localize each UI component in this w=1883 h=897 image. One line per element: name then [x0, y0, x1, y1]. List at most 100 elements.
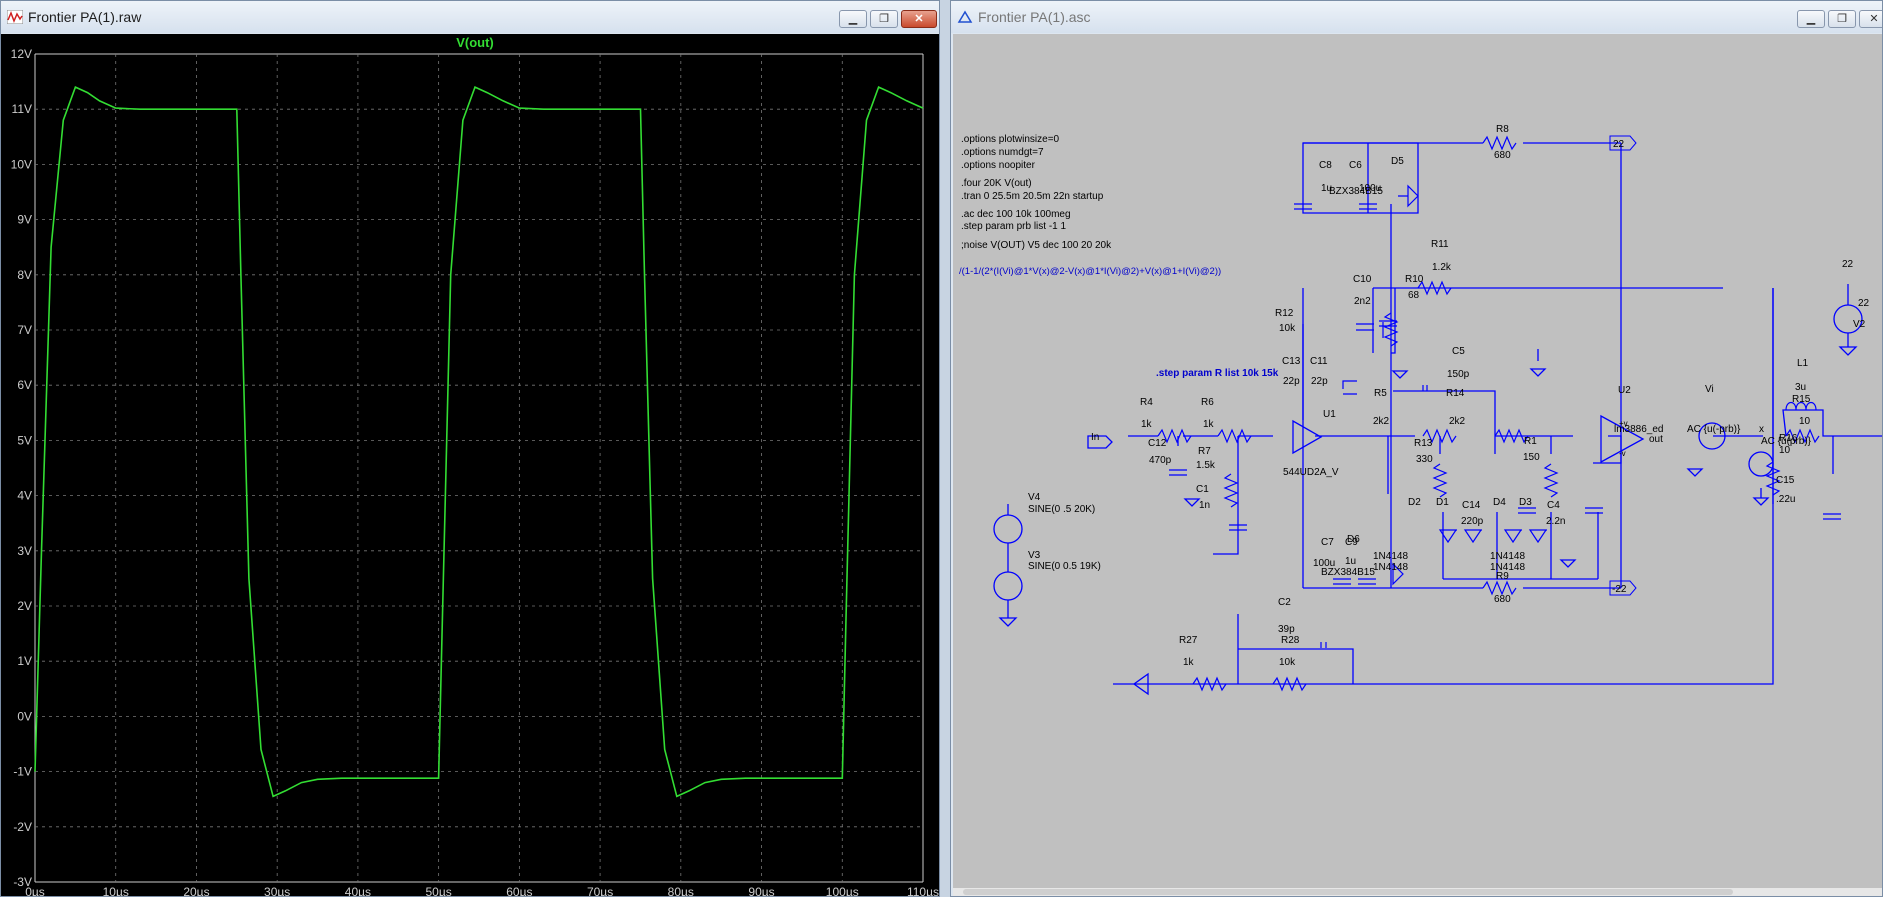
- c1-value[interactable]: 1n: [1199, 500, 1210, 511]
- schematic-canvas[interactable]: .options plotwinsize=0 .options numdgt=7…: [953, 34, 1882, 896]
- d6-diode-value-2[interactable]: 1N4148: [1373, 562, 1408, 573]
- r28-value[interactable]: 10k: [1279, 657, 1296, 668]
- r12-ref[interactable]: R12: [1275, 308, 1294, 319]
- vi-ref[interactable]: Vi: [1705, 384, 1714, 395]
- r5-ref[interactable]: R5: [1374, 388, 1387, 399]
- horizontal-scrollbar[interactable]: [953, 888, 1882, 896]
- r11-ref[interactable]: R11: [1431, 239, 1449, 250]
- c14-ref[interactable]: C14: [1462, 500, 1481, 511]
- d4-ref[interactable]: D4: [1493, 497, 1506, 508]
- scrollbar-thumb[interactable]: [963, 889, 1733, 895]
- directive-numdgt[interactable]: .options numdgt=7: [961, 147, 1044, 158]
- net-label-x[interactable]: x: [1759, 424, 1764, 435]
- c5-value[interactable]: 150p: [1447, 369, 1470, 380]
- directive-ac[interactable]: .ac dec 100 10k 100meg: [961, 209, 1071, 220]
- r8-value[interactable]: 680: [1494, 150, 1511, 161]
- d1-ref[interactable]: D1: [1436, 497, 1449, 508]
- v2-value[interactable]: 22: [1858, 298, 1870, 309]
- close-button[interactable]: ✕: [901, 10, 937, 28]
- ac-source-value[interactable]: AC {u(prb)}: [1761, 436, 1812, 447]
- r4-value[interactable]: 1k: [1141, 419, 1153, 430]
- directive-step-r[interactable]: .step param R list 10k 15k: [1156, 368, 1279, 379]
- plot-titlebar[interactable]: Frontier PA(1).raw ▁ ❐ ✕: [1, 1, 939, 33]
- r9-value[interactable]: 680: [1494, 594, 1511, 605]
- r1-ref[interactable]: R1: [1524, 436, 1537, 447]
- waveform-chart[interactable]: 12V11V10V9V8V7V6V5V4V3V2V1V0V-1V-2V-3V 0…: [1, 34, 939, 897]
- c2-ref[interactable]: C2: [1278, 597, 1291, 608]
- u2-ref[interactable]: U2: [1618, 385, 1631, 396]
- c5-ref[interactable]: C5: [1452, 346, 1465, 357]
- c8-ref[interactable]: C8: [1319, 160, 1332, 171]
- r4-ref[interactable]: R4: [1140, 397, 1153, 408]
- c9-value[interactable]: 1u: [1345, 556, 1356, 567]
- vi-value[interactable]: AC {u(-prb)}: [1687, 424, 1741, 435]
- maximize-button[interactable]: ❐: [870, 10, 898, 28]
- c1-ref[interactable]: C1: [1196, 484, 1209, 495]
- r10-value[interactable]: 68: [1408, 290, 1420, 301]
- r27-value[interactable]: 1k: [1183, 657, 1195, 668]
- d6-ref[interactable]: D6: [1347, 534, 1360, 545]
- u1-value[interactable]: 544UD2A_V: [1283, 467, 1339, 478]
- v3-ref[interactable]: V3: [1028, 550, 1041, 561]
- close-button[interactable]: ✕: [1859, 10, 1882, 28]
- c4-ref[interactable]: C4: [1547, 500, 1560, 511]
- c2-value[interactable]: 39p: [1278, 624, 1295, 635]
- directive-four[interactable]: .four 20K V(out): [961, 178, 1032, 189]
- c11-value[interactable]: 22p: [1311, 376, 1328, 387]
- r28-ref[interactable]: R28: [1281, 635, 1300, 646]
- net-label-neg22[interactable]: -22: [1612, 584, 1627, 595]
- d2-ref[interactable]: D2: [1408, 497, 1421, 508]
- l1-value[interactable]: 3u: [1795, 382, 1806, 393]
- d6-value[interactable]: BZX384B15: [1321, 567, 1375, 578]
- c10-value[interactable]: 2n2: [1354, 296, 1371, 307]
- c12-ref[interactable]: C12: [1148, 438, 1167, 449]
- minimize-button[interactable]: ▁: [1797, 10, 1825, 28]
- r15-ref[interactable]: R15: [1792, 394, 1811, 405]
- d3-ref[interactable]: D3: [1519, 497, 1532, 508]
- c6-ref[interactable]: C6: [1349, 160, 1362, 171]
- net-label-22-supply[interactable]: 22: [1842, 259, 1854, 270]
- l1-ref[interactable]: L1: [1797, 358, 1809, 369]
- r6-value[interactable]: 1k: [1203, 419, 1215, 430]
- directive-step-prb[interactable]: .step param prb list -1 1: [961, 221, 1066, 232]
- net-label-22[interactable]: 22: [1613, 139, 1625, 150]
- r5-value[interactable]: 2k2: [1373, 416, 1390, 427]
- c11-ref[interactable]: C11: [1310, 356, 1328, 367]
- d5-ref[interactable]: D5: [1391, 156, 1404, 167]
- r11-value[interactable]: 1.2k: [1432, 262, 1452, 273]
- directive-plotwinsize[interactable]: .options plotwinsize=0: [961, 134, 1060, 145]
- r12-value[interactable]: 10k: [1279, 323, 1296, 334]
- r27-ref[interactable]: R27: [1179, 635, 1198, 646]
- c14-value[interactable]: 220p: [1461, 516, 1484, 527]
- minimize-button[interactable]: ▁: [839, 10, 867, 28]
- v3-value[interactable]: SINE(0 0.5 19K): [1028, 561, 1101, 572]
- u2-pos-supply-pin[interactable]: +v: [1619, 419, 1628, 428]
- c4-value[interactable]: 2.2n: [1546, 516, 1565, 527]
- directive-noopiter[interactable]: .options noopiter: [961, 160, 1036, 171]
- u1-ref[interactable]: U1: [1323, 409, 1336, 420]
- v4-ref[interactable]: V4: [1028, 492, 1041, 503]
- c12-value[interactable]: 470p: [1149, 455, 1172, 466]
- r1-value[interactable]: 150: [1523, 452, 1540, 463]
- r14-value[interactable]: 2k2: [1449, 416, 1466, 427]
- v4-value[interactable]: SINE(0 .5 20K): [1028, 504, 1095, 515]
- c7-ref[interactable]: C7: [1321, 537, 1334, 548]
- c10-ref[interactable]: C10: [1353, 274, 1372, 285]
- r10-ref[interactable]: R10: [1405, 274, 1424, 285]
- u2-neg-supply-pin[interactable]: -v: [1619, 449, 1626, 458]
- schematic-drawing[interactable]: .options plotwinsize=0 .options numdgt=7…: [953, 34, 1883, 897]
- c15-ref[interactable]: C15: [1776, 475, 1795, 486]
- directive-measure[interactable]: /(1-1/(2*(I(Vi)@1*V(x)@2-V(x)@1*I(Vi)@2)…: [959, 266, 1221, 277]
- c13-value[interactable]: 22p: [1283, 376, 1300, 387]
- trace-label[interactable]: V(out): [456, 35, 494, 50]
- u2-out-label[interactable]: out: [1649, 434, 1663, 445]
- maximize-button[interactable]: ❐: [1828, 10, 1856, 28]
- d4-value[interactable]: 1N4148: [1490, 551, 1525, 562]
- r13-value[interactable]: 330: [1416, 454, 1433, 465]
- d6-diode-value-1[interactable]: 1N4148: [1373, 551, 1408, 562]
- directive-noise[interactable]: ;noise V(OUT) V5 dec 100 20 20k: [961, 240, 1112, 251]
- waveform-plot[interactable]: 12V 11V 10V 9V 8V 7V 6V 5V 4V 3V 2V 1V 0V -1V -2V -3V 0…: [1, 34, 939, 897]
- r7-value[interactable]: 1.5k: [1196, 460, 1216, 471]
- directive-tran[interactable]: .tran 0 25.5m 20.5m 22n startup: [961, 191, 1104, 202]
- r7-ref[interactable]: R7: [1198, 446, 1211, 457]
